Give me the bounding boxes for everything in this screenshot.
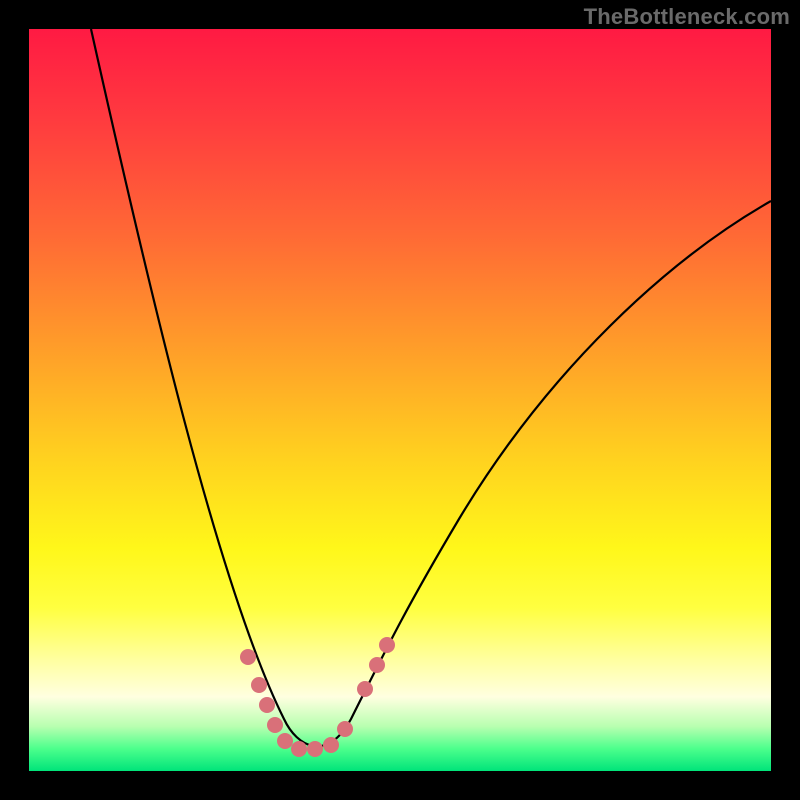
curve-marker	[337, 721, 353, 737]
curve-marker	[240, 649, 256, 665]
bottleneck-curve	[91, 29, 771, 746]
curve-marker	[291, 741, 307, 757]
watermark-text: TheBottleneck.com	[584, 4, 790, 30]
curve-marker	[323, 737, 339, 753]
curve-marker	[267, 717, 283, 733]
curve-marker	[277, 733, 293, 749]
bottleneck-plot	[29, 29, 771, 771]
curve-marker	[251, 677, 267, 693]
chart-area	[29, 29, 771, 771]
curve-marker	[259, 697, 275, 713]
curve-marker	[307, 741, 323, 757]
curve-marker	[369, 657, 385, 673]
curve-marker	[357, 681, 373, 697]
curve-marker	[379, 637, 395, 653]
